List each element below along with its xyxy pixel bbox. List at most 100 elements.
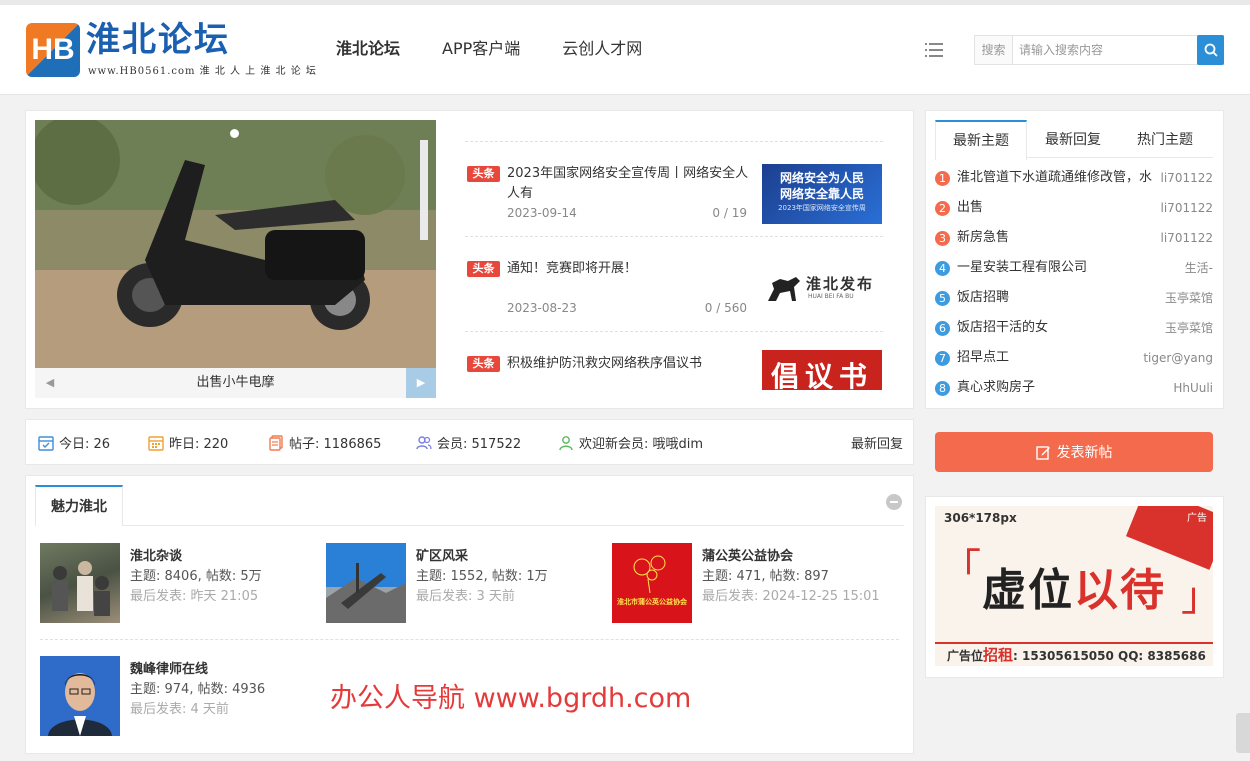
rank-badge: 6 [935,321,950,336]
board-name[interactable]: 淮北杂谈 [130,545,182,564]
slider-caption[interactable]: 出售小牛电摩 [35,368,436,398]
search-input[interactable] [1015,36,1197,64]
forum-board[interactable]: 淮北市蒲公英公益协会 蒲公英公益协会 主题: 471, 帖数: 897 最后发表… [612,543,902,623]
ad-banner[interactable]: 广告 306*178px 「 」 虚位以待 广告位招租: 15305615050… [935,506,1213,666]
topic-title[interactable]: 一星安装工程有限公司 [957,258,1155,278]
forum-board[interactable]: 矿区风采 主题: 1552, 帖数: 1万 最后发表: 3 天前 [326,543,596,623]
collapse-icon[interactable] [886,494,902,510]
topic-title[interactable]: 新房急售 [957,228,1155,248]
topic-author[interactable]: li701122 [1143,168,1213,188]
topic-item[interactable]: 2 出售 li701122 [935,198,1213,228]
slider-prev-button[interactable]: ◀ [35,368,65,398]
topic-author[interactable]: li701122 [1143,198,1213,218]
horse-logo-icon [768,277,800,301]
topic-item[interactable]: 1 淮北管道下水道疏通维修改管，水 li701122 [935,168,1213,198]
topic-author[interactable]: tiger@yang [1143,348,1213,368]
ad-headline-a: 虚位 [982,565,1074,616]
thumb-line: 网络安全靠人民 [779,187,864,201]
headline-tag: 头条 [467,166,500,182]
board-thumbnail[interactable] [40,656,120,736]
thumb-line: 网络安全为人民 [779,171,864,185]
image-slider[interactable]: 出售小牛电摩 ◀ ▶ [35,120,436,398]
board-stats: 主题: 974, 帖数: 4936 [130,682,266,697]
news-thumbnail[interactable]: 倡议书 [762,350,882,390]
users-icon [416,435,432,449]
topic-author[interactable]: 玉亭菜馆 [1143,318,1213,338]
ad-footer-c: : 15305615050 QQ: 8385686 [1013,649,1206,663]
tab-latest-replies[interactable]: 最新回复 [1027,120,1119,157]
search-label: 搜索 [975,36,1013,64]
ad-footer: 广告位招租: 15305615050 QQ: 8385686 [935,642,1213,666]
board-divider [40,639,899,640]
topic-item[interactable]: 5 饭店招聘 玉亭菜馆 [935,288,1213,318]
topic-author[interactable]: 生活- [1143,258,1213,278]
board-name[interactable]: 矿区风采 [416,545,468,564]
news-date: 2023-08-23 [507,301,577,315]
news-title[interactable]: 2023年国家网络安全宣传周丨网络安全人人有 [507,164,752,204]
news-item[interactable]: 头条 2023年国家网络安全宣传周丨网络安全人人有 2023-09-14 0 /… [465,141,883,236]
slider-dot[interactable] [230,129,239,138]
topic-title[interactable]: 出售 [957,198,1155,218]
forum-board[interactable]: 魏峰律师在线 主题: 974, 帖数: 4936 最后发表: 4 天前 [40,656,310,736]
scooter-image [35,120,436,368]
board-name[interactable]: 蒲公英公益协会 [702,545,793,564]
rank-badge: 7 [935,351,950,366]
topic-item[interactable]: 6 饭店招干活的女 玉亭菜馆 [935,318,1213,348]
board-name[interactable]: 魏峰律师在线 [130,658,208,677]
tab-charm-huaibei[interactable]: 魅力淮北 [35,485,123,526]
thumb-line: 2023年国家网络安全宣传周 [778,204,866,212]
stat-today: 今日: 26 [38,433,110,452]
topic-item[interactable]: 8 真心求购房子 HhUuli [935,378,1213,408]
news-title[interactable]: 通知！竞赛即将开展！ [507,259,752,279]
topic-item[interactable]: 4 一星安装工程有限公司 生活- [935,258,1213,288]
topic-title[interactable]: 淮北管道下水道疏通维修改管，水 [957,168,1155,188]
news-item[interactable]: 头条 通知！竞赛即将开展！ 2023-08-23 0 / 560 淮北发布 HU… [465,236,883,331]
topic-title[interactable]: 真心求购房子 [957,378,1155,398]
news-title[interactable]: 积极维护防汛救灾网络秩序倡议书 [507,354,752,374]
logo-subtitle: www.HB0561.com 淮 北 人 上 淮 北 论 坛 [88,66,317,77]
ad-footer-a: 广告位 [947,649,984,663]
topic-title[interactable]: 招早点工 [957,348,1155,368]
new-post-button[interactable]: 发表新帖 [935,432,1213,472]
stat-members-text: 会员: 517522 [437,437,522,452]
topic-author[interactable]: li701122 [1143,228,1213,248]
search-box: 搜索 [974,35,1224,65]
tab-hot-topics[interactable]: 热门主题 [1119,120,1211,157]
stat-yesterday: 昨日: 220 [148,433,228,452]
nav-item-app[interactable]: APP客户端 [442,35,520,59]
board-last-post: 最后发表: 昨天 21:05 [130,589,259,604]
nav-item-talent[interactable]: 云创人才网 [562,35,642,59]
forum-board[interactable]: 淮北杂谈 主题: 8406, 帖数: 5万 最后发表: 昨天 21:05 [40,543,310,623]
board-thumbnail[interactable] [326,543,406,623]
tab-latest-topics[interactable]: 最新主题 [935,120,1027,160]
latest-reply-link[interactable]: 最新回复 [851,433,903,452]
stat-new-member-text[interactable]: 欢迎新会员: 哦哦dim [579,433,703,452]
latest-reply-text[interactable]: 最新回复 [851,433,903,452]
topic-item[interactable]: 3 新房急售 li701122 [935,228,1213,258]
board-thumbnail[interactable] [40,543,120,623]
rank-badge: 1 [935,171,950,186]
side-float-widget[interactable] [1236,713,1250,753]
calendar-check-icon [38,435,54,451]
news-thumbnail[interactable]: 网络安全为人民 网络安全靠人民 2023年国家网络安全宣传周 [762,164,882,224]
stat-today-text: 今日: 26 [59,437,111,452]
board-last-post: 最后发表: 3 天前 [416,589,515,604]
search-button[interactable] [1197,35,1224,65]
topic-author[interactable]: HhUuli [1143,378,1213,398]
ad-footer-b: 招租 [983,646,1014,664]
list-menu-icon[interactable] [925,42,943,58]
nav-item-forum[interactable]: 淮北论坛 [336,35,400,59]
topic-item[interactable]: 7 招早点工 tiger@yang [935,348,1213,378]
topic-title[interactable]: 饭店招干活的女 [957,318,1155,338]
site-logo[interactable]: HB 淮北论坛 www.HB0561.com 淮 北 人 上 淮 北 论 坛 [26,20,316,80]
topic-author[interactable]: 玉亭菜馆 [1143,288,1213,308]
news-thumbnail[interactable]: 淮北发布 HUAI BEI FA BU [762,259,882,319]
board-thumbnail[interactable]: 淮北市蒲公英公益协会 [612,543,692,623]
slider-next-button[interactable]: ▶ [406,368,436,398]
slide-photo[interactable] [35,120,436,368]
topic-title[interactable]: 饭店招聘 [957,288,1155,308]
news-item[interactable]: 头条 积极维护防汛救灾网络秩序倡议书 倡议书 [465,331,883,393]
board-stats: 主题: 471, 帖数: 897 [702,569,829,584]
lawyer-portrait [48,673,112,736]
board-last-post: 最后发表: 4 天前 [130,702,229,717]
